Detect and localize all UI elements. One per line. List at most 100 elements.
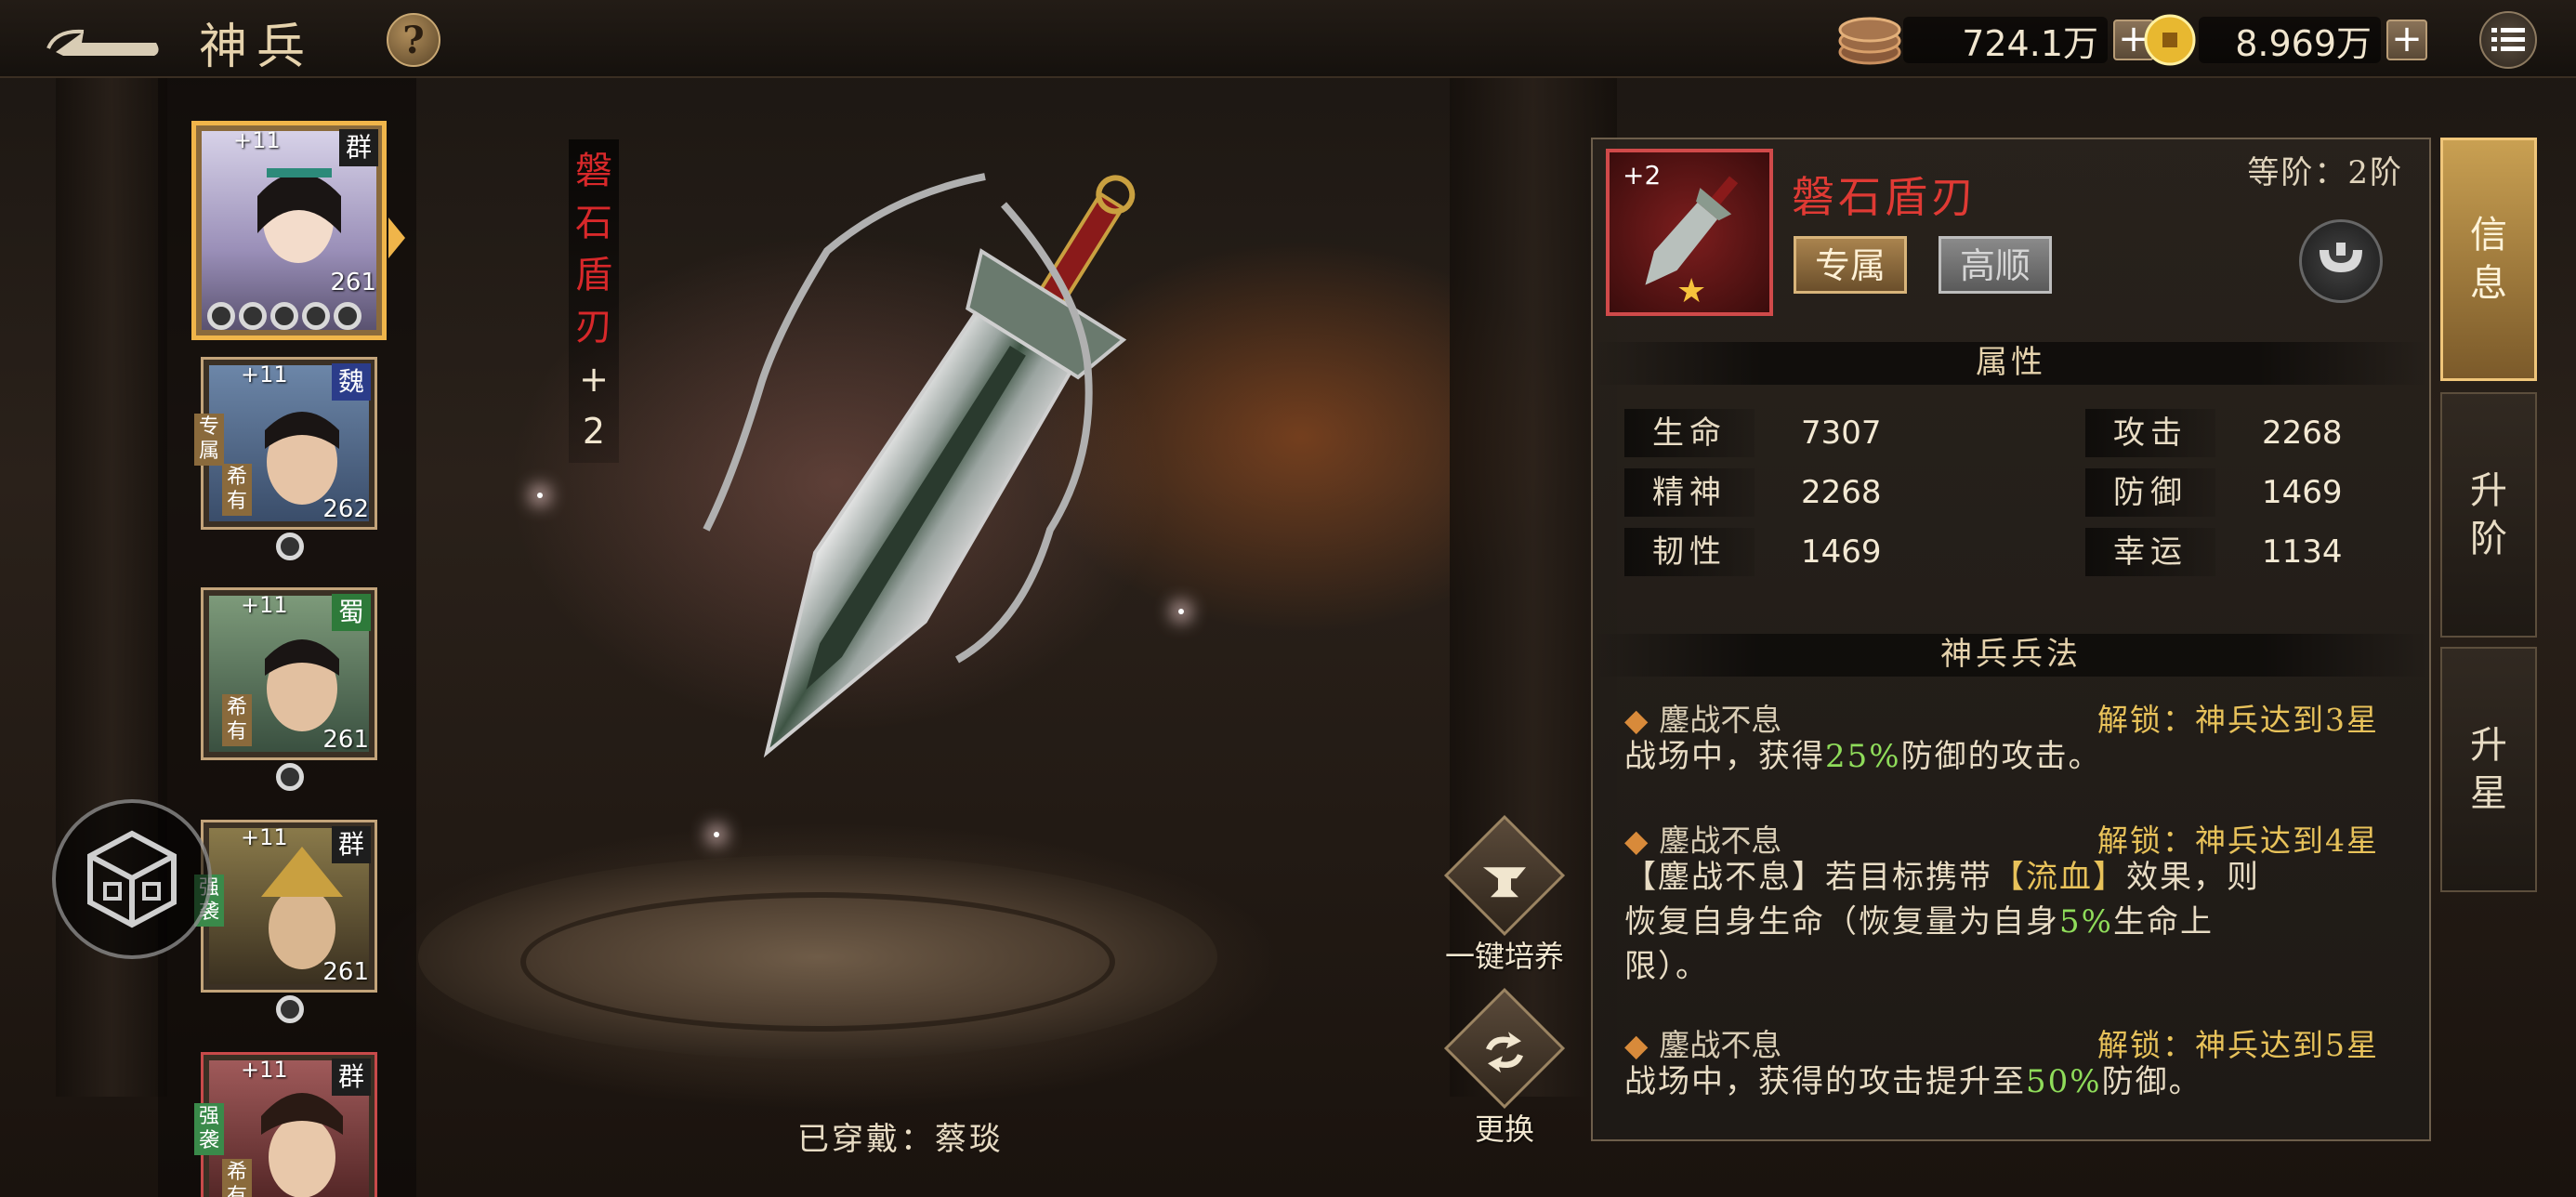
copper-amount: 724.1万 [1903,17,2108,64]
faction-badge: 群 [332,1059,371,1096]
help-button[interactable]: ? [387,13,440,67]
star-ring-icon [276,995,304,1023]
tab-label: 升 [2470,469,2507,512]
cultivate-label: 一键培养 [1444,939,1564,974]
item-plus-level: +2 [1623,160,1662,191]
skill-name: ◆ 鏖战不息 [1624,1027,1782,1063]
tab-label: 信 [2470,214,2507,256]
weapon-name: 磐石盾刃 [1792,172,1978,222]
hero-card[interactable]: +11 群 强袭 261 [194,820,377,1023]
one-click-cultivate-button[interactable]: 一键培养 [1426,814,1584,976]
star-ring-icon [270,302,298,330]
hero-card-selected[interactable]: +11 群 261 [191,121,387,340]
replace-button[interactable]: 更换 [1426,987,1584,1149]
gold-star-icon: ★ [1676,272,1707,310]
stat-label-toughness: 韧性 [1624,528,1755,576]
hero-level: 261 [322,958,369,986]
hero-stars [207,302,361,330]
star-ring-icon [334,302,361,330]
hero-stars [276,995,304,1023]
weapon-plus-sign: + [579,359,609,400]
tab-label: 阶 [2470,518,2507,560]
faction-badge: 群 [332,826,371,863]
hero-card[interactable]: +11 蜀 希有 261 [201,587,377,791]
hero-stars [276,533,304,560]
skill-name: ◆ 鏖战不息 [1624,822,1782,859]
replace-label: 更换 [1474,1112,1534,1147]
stat-value-toughness: 1469 [1801,533,1882,571]
stat-value-hp: 7307 [1801,414,1882,452]
weapon-name-char: 石 [575,202,612,244]
tab-advance[interactable]: 升 阶 [2440,392,2537,638]
menu-list-icon [2491,28,2525,51]
hero-card[interactable]: +11 魏 专属 希有 262 [194,357,377,560]
weapon-vertical-name: 磐 石 盾 刃 + 2 [569,139,619,463]
cultivate-diamond [1443,814,1566,937]
gold-currency: 8.969万 + [2141,13,2427,67]
faction-badge: 魏 [332,363,371,401]
gold-add-button[interactable]: + [2386,20,2427,60]
weapon-name-char: 刃 [575,306,612,349]
skill-unlock-condition: 解锁：神兵达到3星 [2097,702,2379,738]
faction-badge: 蜀 [332,594,371,631]
skill-unlock-condition: 解锁：神兵达到4星 [2097,822,2379,859]
hero-level: 261 [322,726,369,754]
weapon-grade: 等阶：2阶 [2247,154,2403,191]
selected-arrow-icon [388,217,405,258]
hero-card[interactable]: +11 群 强袭 希有 [194,1052,377,1197]
weapon-sword-illustration [703,173,1136,758]
artifact-cube-button[interactable] [52,799,212,959]
hero-upgrade-level: +11 [241,592,288,618]
weapon-info-panel: +2 ★ 磐石盾刃 等阶：2阶 专属 高顺 属性 生命 7307 攻击 2268… [1591,138,2431,1141]
weapon-plus-level: 2 [582,411,606,452]
page-title: 神兵 [199,20,315,75]
link-icon [2320,243,2362,272]
copper-coins-icon [1838,17,1901,65]
weapon-name-char: 盾 [575,254,612,296]
star-ring-icon [239,302,267,330]
skills-section-title: 神兵兵法 [1593,634,2429,677]
swap-arrows-icon [1462,1009,1547,1095]
skill-name: ◆ 鏖战不息 [1624,702,1782,738]
stat-label-spirit: 精神 [1624,468,1755,517]
hero-link-button[interactable] [2299,219,2383,303]
worn-by-label: 已穿戴：蔡琰 [797,1121,1004,1158]
hero-upgrade-level: +11 [241,824,288,850]
hero-level: 262 [322,495,369,523]
skill-unlock-condition: 解锁：神兵达到5星 [2097,1027,2379,1063]
skill-description: 【鏖战不息】若目标携带【流血】效果，则 恢复自身生命（恢复量为自身5%生命上 限… [1624,859,2260,985]
anvil-icon [1462,836,1547,922]
weapon-item-icon[interactable]: +2 ★ [1606,149,1773,316]
gold-amount: 8.969万 [2199,17,2381,64]
skill-description: 战场中，获得的攻击提升至50%防御。 [1624,1063,2202,1100]
skill-description: 战场中，获得25%防御的攻击。 [1624,738,2102,775]
stat-label-defense: 防御 [2085,468,2215,517]
exclusive-tag: 专属 [194,414,224,466]
replace-diamond [1443,987,1566,1110]
rare-tag: 希有 [222,1159,252,1197]
hero-list[interactable]: +11 群 261 +11 魏 专属 希有 262 +11 蜀 希有 261 +… [158,78,416,1197]
tab-star-up[interactable]: 升 星 [2440,647,2537,892]
gaoshun-badge[interactable]: 高顺 [1939,236,2053,294]
tab-label: 息 [2470,262,2507,305]
menu-button[interactable] [2479,11,2537,69]
copper-currency: 724.1万 + [1836,13,2154,67]
star-ring-icon [302,302,330,330]
star-ring-icon [207,302,235,330]
stat-label-attack: 攻击 [2085,409,2215,457]
weapon-name-char: 磐 [575,150,612,192]
attributes-section-title: 属性 [1593,342,2429,385]
hero-stars [276,763,304,791]
tab-label: 升 [2470,724,2507,767]
sparkle [537,493,543,498]
platform-ring [520,892,1115,1032]
tab-info[interactable]: 信 息 [2440,138,2537,381]
stat-value-defense: 1469 [2262,474,2343,511]
back-button[interactable] [37,11,167,67]
exclusive-badge[interactable]: 专属 [1794,236,1908,294]
rare-tag: 希有 [222,694,252,746]
hero-level: 261 [330,269,376,296]
stat-label-luck: 幸运 [2085,528,2215,576]
hero-upgrade-level: +11 [233,127,281,153]
back-arrow-icon [46,29,159,56]
